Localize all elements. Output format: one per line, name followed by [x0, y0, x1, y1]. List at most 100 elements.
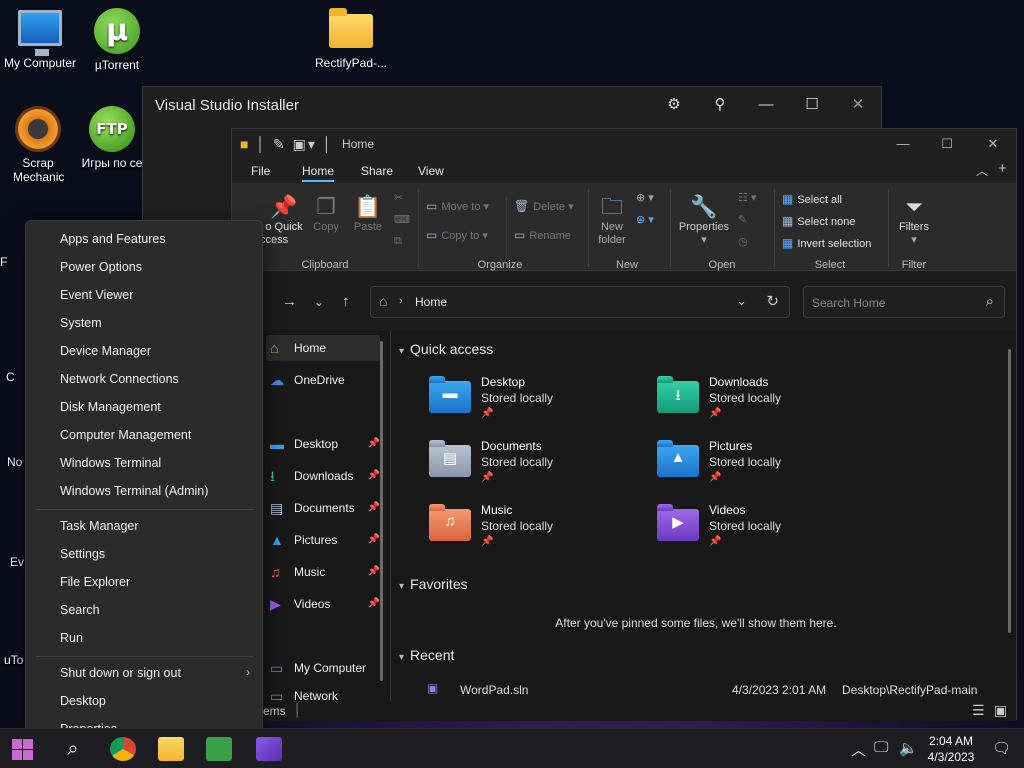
section-quick-access[interactable]: ▾ Quick access [399, 341, 493, 357]
notification-icon[interactable]: 🗨 [992, 739, 1011, 757]
menu-item-disk-management[interactable]: Disk Management [60, 400, 161, 414]
chevron-up-icon[interactable]: ︿ [851, 739, 866, 760]
quick-access-music[interactable]: ♫ Music Stored locally 📌 [421, 503, 641, 559]
invert-selection-button[interactable]: ▦ Invert selection [782, 236, 871, 250]
quick-access-documents[interactable]: ▤ Documents Stored locally 📌 [421, 439, 641, 495]
scrollbar[interactable] [1008, 349, 1011, 633]
menu-item-shut-down[interactable]: Shut down or sign out [60, 666, 181, 680]
vs-installer-icon[interactable] [206, 737, 232, 761]
desktop-icon-rectifypad[interactable]: RectifyPad-... [311, 8, 391, 70]
menu-item-device-manager[interactable]: Device Manager [60, 344, 151, 358]
search-box[interactable]: ⌕ [803, 286, 1005, 318]
desktop-icon-partial[interactable]: Ev [10, 555, 24, 569]
clock[interactable]: 2:04 AM 4/3/2023 [925, 733, 977, 765]
pin-icon[interactable]: 📌 [368, 495, 380, 521]
pin-quick-access-button[interactable]: 📌 o Quick ccess [254, 193, 314, 247]
history-icon[interactable]: ◷ [738, 235, 748, 248]
menu-item-power-options[interactable]: Power Options [60, 260, 142, 274]
move-to-button[interactable]: ▭ Move to ▾ [426, 199, 489, 213]
quick-access-toolbar[interactable]: ■ │ ✎ ▣▾ │ [240, 136, 334, 153]
desktop-icon-partial[interactable]: F [0, 255, 22, 269]
quick-access-desktop[interactable]: ▬ Desktop Stored locally 📌 [421, 375, 641, 431]
pin-icon[interactable]: 📌 [368, 591, 380, 617]
tab-view[interactable]: View [418, 164, 444, 178]
chevron-down-icon[interactable]: ⌄ [736, 293, 747, 309]
nav-item-music[interactable]: ♫ Music 📌 [266, 559, 380, 585]
desktop-icon-partial[interactable]: C [6, 370, 22, 384]
properties-button[interactable]: 🔧 Properties ▾ [676, 193, 732, 247]
nav-item-home[interactable]: ⌂ Home [266, 335, 380, 361]
tiles-view-icon[interactable]: ▣ [994, 702, 1007, 719]
desktop-icon-scrap-mechanic[interactable]: Scrap Mechanic [0, 106, 78, 184]
details-view-icon[interactable]: ☰ [972, 702, 985, 719]
start-button[interactable] [10, 739, 36, 763]
cut-icon[interactable]: ✂ [394, 191, 403, 204]
select-none-button[interactable]: ▦ Select none [782, 214, 855, 228]
menu-item-windows-terminal-admin[interactable]: Windows Terminal (Admin) [60, 484, 208, 498]
volume-icon[interactable]: 🔈 [899, 739, 918, 757]
new-item-icon[interactable]: ⊕ ▾ [636, 191, 654, 204]
section-favorites[interactable]: ▾ Favorites [399, 576, 468, 592]
search-icon[interactable]: ⌕ [60, 737, 86, 761]
nav-item-downloads[interactable]: ⭳ Downloads 📌 [266, 463, 380, 489]
desktop-icon-partial[interactable]: uTo [4, 653, 26, 667]
scrollbar[interactable] [380, 341, 383, 681]
menu-item-search[interactable]: Search [60, 603, 100, 617]
search-icon[interactable]: ⌕ [986, 293, 994, 310]
minimize-button[interactable]: — [880, 133, 926, 155]
close-button[interactable]: ✕ [970, 133, 1016, 155]
copy-button[interactable]: ❐ Copy [308, 193, 344, 234]
rename-button[interactable]: ▭ Rename [514, 228, 571, 242]
nav-item-documents[interactable]: ▤ Documents 📌 [266, 495, 380, 521]
nav-item-my-computer[interactable]: ▭ My Computer [266, 655, 380, 681]
menu-item-event-viewer[interactable]: Event Viewer [60, 288, 133, 302]
maximize-button[interactable]: ☐ [789, 93, 835, 117]
visual-studio-icon[interactable] [256, 737, 282, 761]
quick-access-downloads[interactable]: ⭳ Downloads Stored locally 📌 [649, 375, 869, 431]
network-icon[interactable]: 🖵 [874, 739, 888, 756]
file-explorer-window[interactable]: ■ │ ✎ ▣▾ │ Home — ☐ ✕ File Home Share Vi… [231, 128, 1017, 721]
menu-item-run[interactable]: Run [60, 631, 83, 645]
address-bar[interactable]: ⌂ › Home ⌄ ↻ [370, 286, 790, 318]
nav-item-desktop[interactable]: ▬ Desktop 📌 [266, 431, 380, 457]
desktop-icon-partial[interactable]: No [7, 455, 25, 469]
easy-access-icon[interactable]: ⊛ ▾ [636, 213, 654, 226]
select-all-button[interactable]: ▦ Select all [782, 192, 842, 206]
nav-item-onedrive[interactable]: ☁ OneDrive [266, 367, 380, 393]
desktop-icon-utorrent[interactable]: µ µTorrent [77, 8, 157, 72]
paste-shortcut-icon[interactable]: ⧉ [394, 235, 402, 248]
menu-item-task-manager[interactable]: Task Manager [60, 519, 139, 533]
filters-button[interactable]: ⏷ Filters ▾ [894, 193, 934, 247]
pin-icon[interactable]: 📌 [368, 463, 380, 489]
menu-item-desktop[interactable]: Desktop [60, 694, 106, 708]
close-button[interactable]: ✕ [835, 93, 881, 117]
pin-icon[interactable]: 📌 [368, 527, 380, 553]
open-icon[interactable]: ☷ ▾ [738, 191, 756, 204]
new-folder-icon[interactable]: ▣ [293, 136, 308, 152]
file-explorer-icon[interactable] [158, 737, 184, 761]
delete-button[interactable]: 🗑 Delete ▾ [514, 199, 574, 213]
edit-icon[interactable]: ✎ [738, 213, 747, 226]
feedback-icon[interactable]: ⚲ [697, 93, 743, 117]
desktop-icon-my-computer[interactable]: My Computer [0, 10, 80, 70]
collapse-ribbon-icon[interactable]: ︿ [976, 162, 988, 179]
new-folder-button[interactable]: 🗀 New folder [594, 193, 630, 247]
tab-share[interactable]: Share [361, 164, 393, 178]
properties-icon[interactable]: ✎ [273, 136, 287, 152]
minimize-button[interactable]: — [743, 93, 789, 117]
menu-item-settings[interactable]: Settings [60, 547, 105, 561]
add-tab-icon[interactable]: + [998, 160, 1007, 177]
copy-path-icon[interactable]: ⌨ [394, 213, 410, 226]
menu-item-computer-management[interactable]: Computer Management [60, 428, 191, 442]
quick-access-videos[interactable]: ▶ Videos Stored locally 📌 [649, 503, 869, 559]
pin-icon[interactable]: 📌 [368, 559, 380, 585]
section-recent[interactable]: ▾ Recent [399, 647, 454, 663]
nav-item-videos[interactable]: ▶ Videos 📌 [266, 591, 380, 617]
recent-locations-icon[interactable]: ⌄ [314, 295, 324, 309]
tab-home[interactable]: Home [302, 164, 335, 182]
search-input[interactable] [812, 294, 972, 312]
chrome-icon[interactable] [110, 737, 136, 761]
forward-arrow-icon[interactable]: → [282, 293, 297, 310]
menu-item-system[interactable]: System [60, 316, 102, 330]
up-arrow-icon[interactable]: ↑ [342, 293, 350, 310]
